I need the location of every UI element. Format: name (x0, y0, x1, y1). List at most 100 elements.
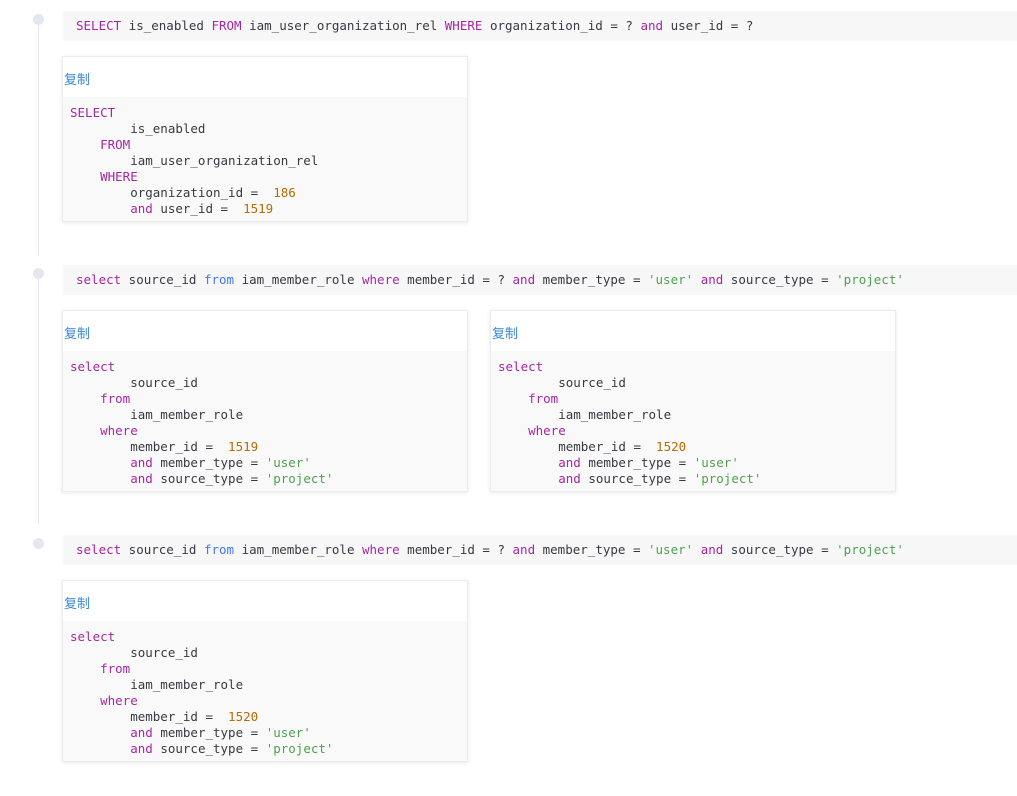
timeline-dot (33, 538, 44, 549)
code-token: member_id = (498, 439, 657, 454)
code-token: member_type = (580, 455, 694, 470)
code-line: is_enabled (70, 121, 467, 137)
code-token: 'user' (693, 455, 739, 470)
code-token: member_id = ? (399, 272, 513, 287)
formatted-sql-card: 复制 select source_id from iam_member_role… (62, 580, 468, 762)
code-token: select (498, 359, 544, 374)
code-token: 186 (273, 185, 296, 200)
code-line: source_id (498, 375, 895, 391)
code-line: source_id (70, 375, 467, 391)
code-line: from (70, 661, 467, 677)
code-line: and member_type = 'user' (70, 455, 467, 471)
code-line: and source_type = 'project' (498, 471, 895, 487)
formatted-sql-card: 复制 select source_id from iam_member_role… (490, 310, 896, 492)
code-token: member_id = ? (399, 542, 513, 557)
code-token: iam_member_role (498, 407, 672, 422)
code-line: from (70, 391, 467, 407)
code-token: source_id (498, 375, 626, 390)
copy-button[interactable]: 复制 (492, 323, 518, 342)
code-token: member_type = (535, 542, 648, 557)
code-line: and member_type = 'user' (70, 725, 467, 741)
sql-statement: select source_id from iam_member_role wh… (63, 265, 1017, 295)
code-token: select (76, 542, 122, 557)
code-token: iam_member_role (70, 407, 244, 422)
code-token: and (558, 471, 581, 486)
code-token: and (130, 725, 153, 740)
code-line: WHERE (70, 169, 467, 185)
code-token: and (558, 455, 581, 470)
copy-button[interactable]: 复制 (64, 323, 90, 342)
code-line: iam_user_organization_rel (70, 153, 467, 169)
code-token: 'user' (265, 455, 311, 470)
code-token: source_id (121, 542, 204, 557)
code-token: and (130, 455, 153, 470)
code-token: from (100, 391, 131, 406)
code-line: member_id = 1519 (70, 439, 467, 455)
code-token: member_type = (535, 272, 648, 287)
code-token: iam_user_organization_rel (241, 18, 445, 33)
code-token: source_id (70, 645, 198, 660)
code-token: WHERE (444, 18, 483, 33)
code-token: where (362, 542, 400, 557)
code-token: user_id = (152, 201, 244, 216)
code-token: select (70, 359, 116, 374)
code-token: WHERE (100, 169, 138, 184)
code-token: and (512, 542, 536, 557)
code-token: 'project' (265, 471, 334, 486)
formatted-sql-card: 复制 SELECT is_enabled FROM iam_user_organ… (62, 56, 468, 222)
code-token: 'project' (836, 272, 904, 287)
code-token: source_type = (580, 471, 694, 486)
code-line: and source_type = 'project' (70, 741, 467, 757)
code-line: where (70, 693, 467, 709)
code-token: 'user' (648, 542, 694, 557)
code-token: FROM (211, 18, 242, 33)
code-line: select (498, 359, 895, 375)
copy-button[interactable]: 复制 (64, 69, 90, 88)
code-block: select source_id from iam_member_role wh… (491, 351, 895, 491)
code-line: and user_id = 1519 (70, 201, 467, 217)
code-token: iam_member_role (70, 677, 244, 692)
code-token: from (203, 272, 235, 287)
code-line: SELECT (70, 105, 467, 121)
code-token: iam_member_role (234, 272, 362, 287)
code-line: member_id = 1520 (498, 439, 895, 455)
code-token: member_id = (70, 709, 229, 724)
code-block: select source_id from iam_member_role wh… (63, 351, 467, 491)
code-token: is_enabled (70, 121, 206, 136)
code-token: and (130, 741, 153, 756)
code-token: from (203, 542, 235, 557)
copy-button[interactable]: 复制 (64, 593, 90, 612)
code-line: where (70, 423, 467, 439)
code-token: 'project' (693, 471, 762, 486)
code-token: SELECT (70, 105, 116, 120)
code-token: iam_user_organization_rel (70, 153, 319, 168)
code-token: source_type = (723, 272, 837, 287)
code-line: where (498, 423, 895, 439)
code-token: 'project' (265, 741, 334, 756)
code-token: where (100, 693, 138, 708)
code-block: select source_id from iam_member_role wh… (63, 621, 467, 761)
code-token: source_type = (152, 471, 266, 486)
code-token: where (362, 272, 400, 287)
code-token: 'project' (836, 542, 904, 557)
code-token: organization_id = ? (482, 18, 641, 33)
code-line: select (70, 359, 467, 375)
code-token: source_type = (723, 542, 837, 557)
code-token: member_id = (70, 439, 229, 454)
code-token: member_type = (152, 455, 266, 470)
code-token: organization_id = (70, 185, 274, 200)
code-line: iam_member_role (70, 407, 467, 423)
code-line: and source_type = 'project' (70, 471, 467, 487)
